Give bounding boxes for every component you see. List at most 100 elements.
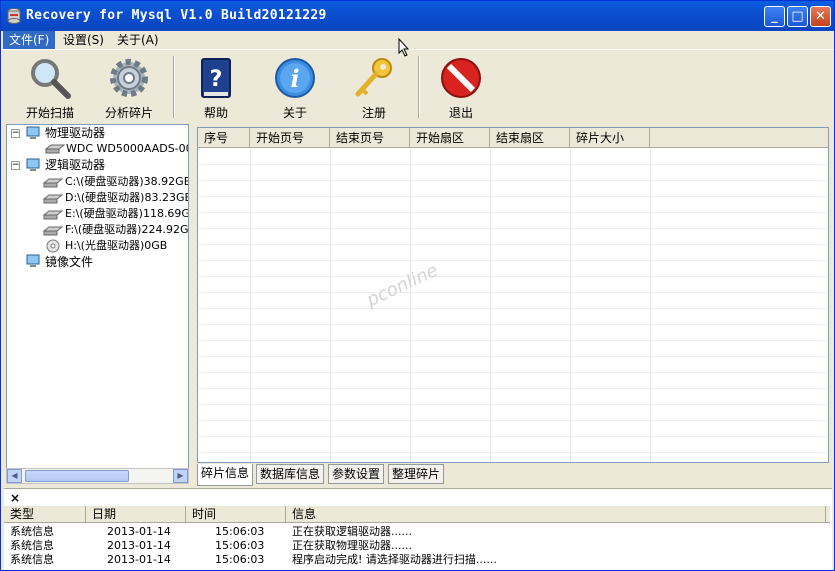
analyze-fragments-button[interactable]: 分析碎片: [94, 54, 164, 120]
tab-parameter-settings[interactable]: 参数设置: [328, 464, 385, 484]
col-start-page[interactable]: 开始页号: [250, 128, 330, 148]
log-type: 系统信息: [10, 539, 54, 552]
grid-row-line: [198, 260, 828, 261]
exit-label: 退出: [448, 106, 473, 120]
svg-text:?: ?: [210, 67, 223, 92]
tree-drive-h[interactable]: H:\(光盘驱动器)0GB: [65, 238, 167, 254]
grid-row-line: [198, 228, 828, 229]
grid-row-line: [198, 212, 828, 213]
fragment-grid[interactable]: 序号 开始页号 结束页号 开始扇区 结束扇区 碎片大小: [197, 127, 829, 463]
help-book-icon: ?: [201, 58, 231, 98]
title-bar[interactable]: Recovery for Mysql V1.0 Build20121229 _ …: [1, 1, 834, 31]
database-icon: [7, 8, 21, 24]
menu-about[interactable]: 关于(A): [111, 31, 165, 49]
log-row[interactable]: 系统信息 2013-01-14 15:06:03 正在获取物理驱动器......: [4, 539, 830, 553]
log-header: 类型 日期 时间 信息: [4, 506, 830, 523]
tab-fragment-info[interactable]: 碎片信息: [197, 464, 254, 486]
stop-icon: [441, 58, 481, 98]
log-col-message[interactable]: 信息: [286, 506, 826, 523]
gear-icon: [110, 59, 148, 97]
grid-row-line: [198, 388, 828, 389]
grid-header: 序号 开始页号 结束页号 开始扇区 结束扇区 碎片大小: [198, 128, 828, 148]
toolbar-separator: [418, 56, 420, 118]
log-col-date[interactable]: 日期: [86, 506, 186, 523]
exit-button[interactable]: 退出: [426, 54, 496, 120]
grid-row-line: [198, 324, 828, 325]
col-start-sector[interactable]: 开始扇区: [410, 128, 490, 148]
tree-logical-drives[interactable]: 逻辑驱动器: [45, 157, 105, 173]
drive-tree[interactable]: − 物理驱动器 WDC WD5000AADS-00S − 逻辑驱动器 C:\(硬…: [6, 124, 189, 484]
tree-physical-disk[interactable]: WDC WD5000AADS-00S: [66, 141, 188, 157]
grid-row-line: [198, 452, 828, 453]
svg-text:i: i: [290, 64, 299, 93]
register-label: 注册: [361, 106, 386, 120]
grid-row-line: [198, 164, 828, 165]
computer-icon: [26, 126, 40, 139]
tree-image-files[interactable]: 镜像文件: [45, 254, 93, 270]
log-time: 15:06:03: [215, 539, 265, 552]
close-button[interactable]: ✕: [810, 6, 831, 27]
key-icon: [355, 58, 392, 97]
col-end-sector[interactable]: 结束扇区: [490, 128, 570, 148]
log-col-type[interactable]: 类型: [4, 506, 86, 523]
log-date: 2013-01-14: [107, 525, 171, 538]
computer-icon: [26, 254, 40, 267]
grid-row-line: [198, 276, 828, 277]
grid-row-line: [198, 196, 828, 197]
scroll-right-icon[interactable]: ▶: [173, 469, 188, 483]
minimize-button[interactable]: _: [764, 6, 785, 27]
scroll-thumb[interactable]: [25, 470, 129, 482]
grid-row-line: [198, 372, 828, 373]
grid-row-line: [198, 404, 828, 405]
register-button[interactable]: 注册: [339, 54, 409, 120]
scroll-left-icon[interactable]: ◀: [7, 469, 22, 483]
about-button[interactable]: i 关于: [260, 54, 330, 120]
hard-disk-icon: [45, 144, 65, 154]
collapse-toggle[interactable]: −: [11, 161, 20, 170]
hard-disk-icon: [43, 226, 63, 236]
log-row[interactable]: 系统信息 2013-01-14 15:06:03 程序启动完成! 请选择驱动器进…: [4, 553, 830, 567]
grid-row-line: [198, 356, 828, 357]
hard-disk-icon: [43, 210, 63, 220]
toolbar-separator: [173, 56, 175, 118]
log-message: 正在获取物理驱动器......: [292, 539, 412, 552]
tree-horizontal-scrollbar[interactable]: ◀ ▶: [6, 468, 189, 484]
magnifier-icon: [31, 59, 71, 99]
start-scan-button[interactable]: 开始扫描: [15, 54, 85, 120]
cd-drive-icon: [46, 239, 60, 253]
grid-row-line: [198, 436, 828, 437]
log-time: 15:06:03: [215, 553, 265, 566]
tab-database-info[interactable]: 数据库信息: [256, 464, 325, 484]
log-col-time[interactable]: 时间: [186, 506, 286, 523]
grid-row-line: [198, 180, 828, 181]
menu-file[interactable]: 文件(F): [3, 31, 56, 49]
log-row[interactable]: 系统信息 2013-01-14 15:06:03 正在获取逻辑驱动器......: [4, 525, 830, 539]
log-close-button[interactable]: ×: [10, 491, 20, 505]
menu-settings[interactable]: 设置(S): [57, 31, 110, 49]
mouse-cursor-icon: [398, 38, 410, 57]
tree-drive-e[interactable]: E:\(硬盘驱动器)118.69G: [65, 206, 188, 222]
log-message: 程序启动完成! 请选择驱动器进行扫描......: [292, 553, 497, 566]
grid-row-line: [198, 308, 828, 309]
analyze-fragments-label: 分析碎片: [104, 106, 153, 120]
col-end-page[interactable]: 结束页号: [330, 128, 410, 148]
col-index[interactable]: 序号: [198, 128, 250, 148]
col-fragment-size[interactable]: 碎片大小: [570, 128, 650, 148]
main-window: Recovery for Mysql V1.0 Build20121229 _ …: [0, 0, 835, 571]
grid-row-line: [198, 292, 828, 293]
start-scan-label: 开始扫描: [25, 106, 74, 120]
tree-drive-d[interactable]: D:\(硬盘驱动器)83.23GB: [65, 190, 188, 206]
help-button[interactable]: ? 帮助: [181, 54, 251, 120]
log-date: 2013-01-14: [107, 539, 171, 552]
log-time: 15:06:03: [215, 525, 265, 538]
help-label: 帮助: [203, 106, 228, 120]
grid-row-line: [198, 244, 828, 245]
grid-row-line: [198, 340, 828, 341]
tree-drive-c[interactable]: C:\(硬盘驱动器)38.92GB: [65, 174, 188, 190]
tree-drive-f[interactable]: F:\(硬盘驱动器)224.92G: [65, 222, 188, 238]
tree-physical-drives[interactable]: 物理驱动器: [45, 125, 105, 141]
maximize-button[interactable]: □: [787, 6, 808, 27]
log-type: 系统信息: [10, 525, 54, 538]
collapse-toggle[interactable]: −: [11, 129, 20, 138]
tab-organize-fragments[interactable]: 整理碎片: [388, 464, 445, 484]
